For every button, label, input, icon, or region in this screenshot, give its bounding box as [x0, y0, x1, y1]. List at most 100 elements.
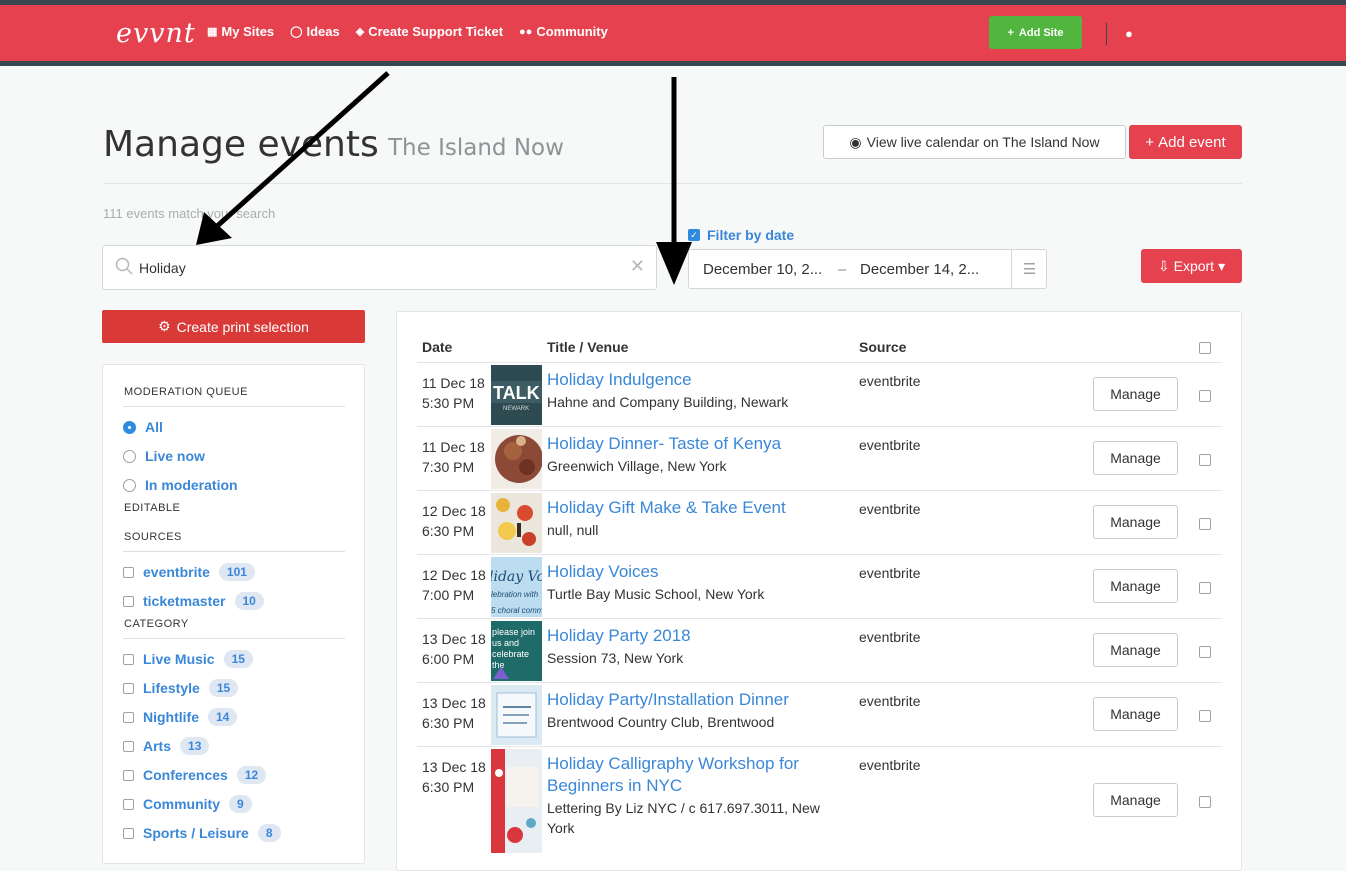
nav-create-support-ticket[interactable]: ◈ Create Support Ticket [356, 24, 503, 39]
source-label: eventbrite [143, 564, 210, 580]
filter-date-checkbox[interactable]: ✓ [688, 229, 700, 241]
event-source: eventbrite [859, 437, 921, 453]
count-badge: 14 [208, 708, 238, 726]
list-icon: ☰ [1022, 261, 1037, 278]
add-site-label: Add Site [1018, 26, 1064, 39]
nav-ideas[interactable]: ◯ Ideas [290, 24, 340, 39]
manage-button[interactable]: Manage [1093, 505, 1178, 539]
row-checkbox[interactable] [1199, 796, 1211, 808]
source-eventbrite-filter[interactable]: eventbrite 101 [123, 563, 255, 581]
date-from[interactable]: December 10, 2... [703, 261, 822, 278]
event-title-link[interactable]: Holiday Voices [547, 561, 847, 583]
nav-divider [1106, 23, 1107, 45]
thumb-newark-text: NEWARK [503, 406, 529, 412]
event-title-link[interactable]: Holiday Dinner- Taste of Kenya [547, 433, 847, 455]
checkbox[interactable] [123, 682, 134, 694]
column-header-title-venue: Title / Venue [547, 339, 629, 355]
row-checkbox[interactable] [1199, 390, 1211, 402]
event-title-link[interactable]: Holiday Party 2018 [547, 625, 847, 647]
manage-button[interactable]: Manage [1093, 633, 1178, 667]
row-checkbox[interactable] [1199, 582, 1211, 594]
date-range-separator: – [838, 261, 847, 278]
checkbox[interactable] [123, 566, 134, 578]
manage-button[interactable]: Manage [1093, 569, 1178, 603]
clear-search-icon[interactable]: ✕ [630, 256, 645, 277]
manage-button[interactable]: Manage [1093, 697, 1178, 731]
checkbox[interactable] [123, 653, 134, 665]
filter-by-date-toggle[interactable]: ✓ Filter by date [688, 227, 794, 243]
moderation-queue-heading: MODERATION QUEUE [124, 386, 248, 398]
row-checkbox[interactable] [1199, 646, 1211, 658]
select-all-checkbox[interactable] [1199, 342, 1211, 354]
event-date: 11 Dec 18 5:30 PM [422, 373, 485, 413]
category-arts-filter[interactable]: Arts 13 [123, 737, 210, 755]
event-day: 11 Dec 18 [422, 439, 485, 455]
event-thumbnail [491, 429, 542, 489]
event-time: 6:30 PM [422, 715, 475, 731]
view-live-calendar-button[interactable]: ◉ View live calendar on The Island Now [823, 125, 1126, 159]
moderation-live-now-radio[interactable]: Live now [123, 448, 205, 464]
user-icon[interactable]: ● [1125, 26, 1133, 41]
main-nav: ▦ My Sites ◯ Ideas ◈ Create Support Tick… [207, 24, 608, 39]
event-title-link[interactable]: Holiday Gift Make & Take Event [547, 497, 847, 519]
cogs-icon: ⚙ [158, 318, 171, 334]
event-venue: null, null [547, 522, 599, 538]
category-live-music-filter[interactable]: Live Music 15 [123, 650, 253, 668]
category-lifestyle-filter[interactable]: Lifestyle 15 [123, 679, 239, 697]
moderation-all-radio[interactable]: All [123, 419, 163, 435]
row-checkbox[interactable] [1199, 454, 1211, 466]
category-label: Sports / Leisure [143, 825, 249, 841]
category-sports-leisure-filter[interactable]: Sports / Leisure 8 [123, 824, 281, 842]
category-label: Nightlife [143, 709, 199, 725]
date-range-picker[interactable]: December 10, 2... – December 14, 2... ☰ [688, 249, 1047, 289]
event-day: 13 Dec 18 [422, 695, 486, 711]
table-row: 11 Dec 18 5:30 PM TALK NEWARK Holiday In… [417, 362, 1222, 426]
checkbox[interactable] [123, 711, 134, 723]
checkbox[interactable] [123, 827, 134, 839]
moderation-in-moderation-radio[interactable]: In moderation [123, 477, 238, 493]
thumb-voices-sub2: 5 choral comm [491, 606, 542, 615]
table-row: 13 Dec 18 6:30 PM Holiday Calligraphy Wo… [417, 746, 1222, 854]
source-ticketmaster-filter[interactable]: ticketmaster 10 [123, 592, 264, 610]
nav-community[interactable]: ●● Community [519, 24, 608, 39]
event-title-link[interactable]: Holiday Party/Installation Dinner [547, 689, 847, 711]
event-time: 6:30 PM [422, 779, 475, 795]
category-label: Community [143, 796, 220, 812]
header-divider [103, 183, 1242, 184]
manage-button[interactable]: Manage [1093, 441, 1178, 475]
event-title-link[interactable]: Holiday Indulgence [547, 369, 847, 391]
export-button[interactable]: ⇩ Export ▾ [1141, 249, 1242, 283]
event-title-link[interactable]: Holiday Calligraphy Workshop for Beginne… [547, 753, 847, 797]
match-count: 111 events match your search [103, 206, 276, 221]
checkbox[interactable] [123, 798, 134, 810]
checkbox[interactable] [123, 769, 134, 781]
row-checkbox[interactable] [1199, 518, 1211, 530]
add-event-button[interactable]: + Add event [1129, 125, 1242, 159]
event-thumbnail: TALK NEWARK [491, 365, 542, 425]
manage-button[interactable]: Manage [1093, 377, 1178, 411]
export-label: Export [1173, 258, 1215, 274]
add-site-button[interactable]: + Add Site [989, 16, 1082, 49]
category-nightlife-filter[interactable]: Nightlife 14 [123, 708, 238, 726]
radio-unselected[interactable] [123, 449, 136, 463]
category-conferences-filter[interactable]: Conferences 12 [123, 766, 267, 784]
category-community-filter[interactable]: Community 9 [123, 795, 252, 813]
date-menu-button[interactable]: ☰ [1011, 250, 1047, 288]
checkbox[interactable] [123, 740, 134, 752]
search-input[interactable] [139, 256, 619, 280]
radio-unselected[interactable] [123, 478, 136, 492]
event-venue: Greenwich Village, New York [547, 458, 727, 474]
category-label: Lifestyle [143, 680, 200, 696]
radio-selected[interactable] [123, 420, 136, 434]
evvnt-logo[interactable]: evvnt [116, 18, 196, 49]
row-checkbox[interactable] [1199, 710, 1211, 722]
date-to[interactable]: December 14, 2... [860, 261, 979, 278]
create-print-selection-button[interactable]: ⚙ Create print selection [102, 310, 365, 343]
plus-icon: + [1145, 133, 1155, 151]
thumb-talk-text: TALK [493, 383, 540, 403]
checkbox[interactable] [123, 595, 134, 607]
manage-button[interactable]: Manage [1093, 783, 1178, 817]
event-time: 7:30 PM [422, 459, 475, 475]
nav-my-sites[interactable]: ▦ My Sites [207, 24, 274, 39]
event-day: 11 Dec 18 [422, 375, 485, 391]
